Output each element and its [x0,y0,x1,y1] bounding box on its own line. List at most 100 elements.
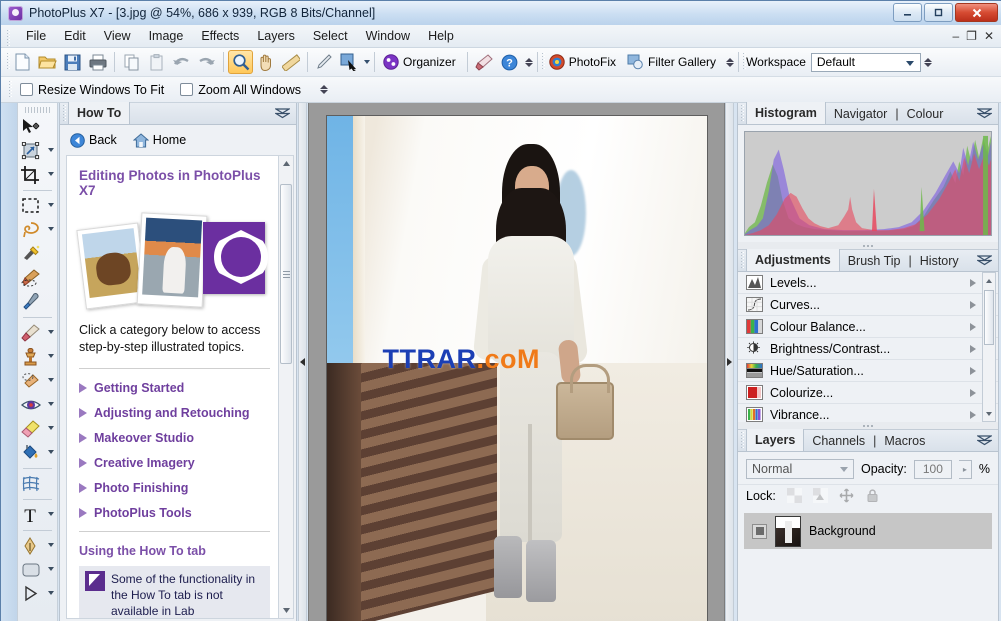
right-dock-collapse-handle[interactable] [725,103,734,621]
selection-brush-tool[interactable] [18,266,56,290]
howto-category-photoplus-tools[interactable]: PhotoPlus Tools [79,506,270,520]
adjustment-curves[interactable]: Curves... [738,294,998,316]
open-document-button[interactable] [35,50,60,74]
transform-tool-dropdown[interactable] [48,148,54,152]
patch-tool[interactable] [18,369,56,393]
adjustments-resize-grip[interactable] [738,422,998,429]
organizer-button[interactable]: Organizer [379,51,463,73]
tab-history[interactable]: History [912,250,967,271]
howto-category-creative-imagery[interactable]: Creative Imagery [79,456,270,470]
undo-button[interactable] [169,50,194,74]
selection-cursor-tool-button[interactable] [337,50,362,74]
resize-windows-to-fit-option[interactable]: Resize Windows To Fit [20,83,164,97]
red-eye-tool-dropdown[interactable] [48,402,54,406]
paintbrush-tool-dropdown[interactable] [48,330,54,334]
tab-navigator[interactable]: Navigator [826,103,896,124]
help-question-button[interactable]: ? [497,50,522,74]
howto-category-makeover-studio[interactable]: Makeover Studio [79,431,270,445]
flood-fill-tool[interactable] [18,441,56,465]
move-tool[interactable] [18,115,56,139]
histogram-graph[interactable] [744,131,992,236]
menu-image[interactable]: Image [140,26,193,46]
menu-view[interactable]: View [95,26,140,46]
eraser-tool-dropdown[interactable] [48,426,54,430]
selection-tool-dropdown-caret[interactable] [364,60,370,64]
save-document-button[interactable] [60,50,85,74]
mdi-close-button[interactable]: ✕ [984,29,994,43]
tab-layers[interactable]: Layers [746,429,805,451]
histogram-panel-grip[interactable] [738,103,746,124]
options-bar-overflow[interactable] [320,85,329,94]
crop-tool[interactable] [18,163,56,187]
adjustments-scroll-thumb[interactable] [984,290,994,345]
layers-list[interactable]: Background [738,509,998,621]
pan-hand-tool-button[interactable] [253,50,278,74]
lock-transparency-icon[interactable] [786,488,802,503]
tab-channels[interactable]: Channels [804,430,873,451]
adjustment-colourize[interactable]: Colourize... [738,382,998,404]
layers-panel-menu-icon[interactable] [977,435,992,446]
adjustment-brightness-contrast[interactable]: Brightness/Contrast... [738,338,998,360]
menu-window[interactable]: Window [357,26,419,46]
mdi-restore-button[interactable]: ❐ [966,29,977,43]
adjustment-levels[interactable]: Levels... [738,272,998,294]
document-area[interactable]: TTRAR.coM [308,103,725,621]
crop-tool-dropdown[interactable] [48,172,54,176]
howto-category-photo-finishing[interactable]: Photo Finishing [79,481,270,495]
lock-pixels-icon[interactable] [812,488,828,503]
howto-panel-grip[interactable] [60,103,68,124]
tab-howto[interactable]: How To [68,102,131,124]
paste-button[interactable] [144,50,169,74]
histogram-resize-grip[interactable] [738,242,998,249]
patch-tool-dropdown[interactable] [48,378,54,382]
clone-tool-dropdown[interactable] [48,354,54,358]
tab-brush-tip[interactable]: Brush Tip [840,250,909,271]
toolbox-grip[interactable] [24,107,51,113]
layers-panel-grip[interactable] [738,430,746,451]
magic-wand-tool[interactable] [18,242,56,266]
close-button[interactable] [955,3,998,22]
photofix-toolbar-grip[interactable] [541,53,545,71]
paintbrush-tool[interactable] [18,321,56,345]
rectangle-marquee-tool[interactable] [18,194,56,218]
blend-mode-select[interactable]: Normal [746,459,854,479]
howto-back-button[interactable]: Back [70,132,117,148]
howto-panel-menu-icon[interactable] [275,108,290,119]
photofix-button[interactable]: PhotoFix [545,51,623,73]
clone-tool[interactable] [18,345,56,369]
histogram-panel-menu-icon[interactable] [977,108,992,119]
tab-adjustments[interactable]: Adjustments [746,249,840,271]
new-document-button[interactable] [10,50,35,74]
menu-file[interactable]: File [17,26,55,46]
redo-button[interactable] [194,50,219,74]
menu-grip[interactable] [7,30,10,48]
zoom-all-windows-checkbox[interactable] [180,83,194,96]
adjustment-colour-balance[interactable]: Colour Balance... [738,316,998,338]
layer-visibility-toggle[interactable] [752,523,767,539]
brush-sweep-button[interactable] [472,50,497,74]
tab-histogram[interactable]: Histogram [746,102,826,124]
adjustment-vibrance[interactable]: Vibrance... [738,404,998,422]
scroll-up-arrow-icon[interactable] [983,273,995,288]
minimize-button[interactable] [893,3,922,22]
photofix-toolbar-overflow[interactable] [726,57,735,67]
menu-help[interactable]: Help [419,26,463,46]
maximize-button[interactable] [924,3,953,22]
adjustment-hue-saturation[interactable]: Hue/Saturation... [738,360,998,382]
retouch-pen-tool-button[interactable] [312,50,337,74]
workspace-toolbar-overflow[interactable] [923,57,932,67]
marquee-tool-dropdown[interactable] [48,203,54,207]
image-canvas[interactable]: TTRAR.coM [325,115,708,621]
eraser-tool[interactable] [18,417,56,441]
toolbar-overflow-chevron[interactable] [524,57,533,67]
node-tool-dropdown[interactable] [48,591,54,595]
menu-edit[interactable]: Edit [55,26,95,46]
colour-picker-tool[interactable] [18,290,56,314]
adjustments-scrollbar[interactable] [982,272,996,422]
scroll-down-arrow-icon[interactable] [279,603,293,618]
shape-tool[interactable] [18,558,56,582]
red-eye-tool[interactable] [18,393,56,417]
copy-button[interactable] [119,50,144,74]
tab-colour[interactable]: Colour [899,103,952,124]
zoom-all-windows-option[interactable]: Zoom All Windows [180,83,301,97]
